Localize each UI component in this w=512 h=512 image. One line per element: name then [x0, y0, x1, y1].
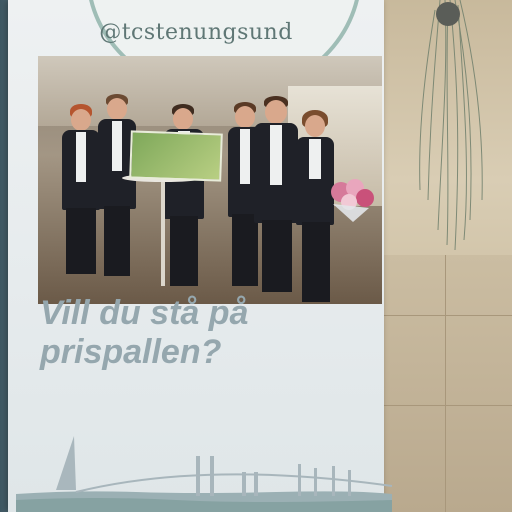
- team-photo: [38, 56, 382, 304]
- prize-check: [129, 130, 223, 182]
- headline-line-2: prispallen?: [40, 333, 222, 371]
- floor-tiles: [375, 255, 512, 512]
- bridge-skyline: [16, 436, 392, 512]
- headline: Vill du stå på prispallen?: [40, 294, 370, 372]
- hanging-plant: [419, 0, 483, 251]
- social-handle: @tcstenungsund: [99, 20, 293, 45]
- rollup-banner: @tcstenungsund Vill du stå på prispallen…: [8, 0, 392, 512]
- headline-line-1: Vill du stå på: [40, 294, 249, 332]
- flower-bouquet: [331, 179, 374, 222]
